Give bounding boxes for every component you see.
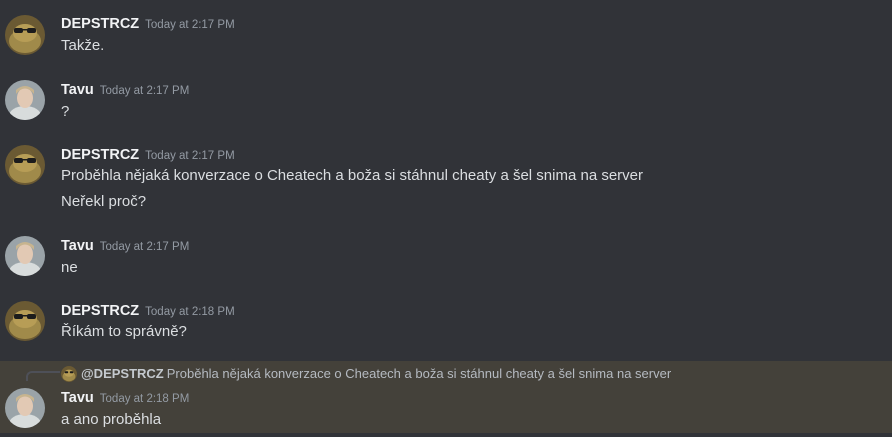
- frog-with-sunglasses-avatar[interactable]: [5, 15, 45, 55]
- message-text: Proběhla nějaká konverzace o Cheatech a …: [61, 167, 644, 184]
- person-photo-avatar[interactable]: [5, 388, 45, 428]
- message-text: ?: [61, 103, 70, 120]
- reply-reference[interactable]: @DEPSTRCZ Proběhla nějaká konverzace o Ch…: [61, 365, 671, 382]
- person-photo-avatar[interactable]: [5, 236, 45, 276]
- message-text: Říkám to správně?: [61, 323, 187, 340]
- reply-mention[interactable]: @DEPSTRCZ: [81, 366, 164, 381]
- message-text: a ano proběhla: [61, 411, 162, 428]
- timestamp: Today at 2:18 PM: [145, 306, 235, 318]
- frog-with-sunglasses-avatar: [61, 365, 77, 382]
- frog-with-sunglasses-avatar[interactable]: [5, 301, 45, 341]
- timestamp: Today at 2:17 PM: [145, 19, 235, 31]
- author-name[interactable]: Tavu: [61, 390, 94, 406]
- frog-with-sunglasses-avatar[interactable]: [5, 145, 45, 185]
- reply-connector: [26, 371, 60, 381]
- timestamp: Today at 2:18 PM: [99, 393, 190, 405]
- author-name[interactable]: DEPSTRCZ: [61, 303, 139, 319]
- timestamp: Today at 2:17 PM: [99, 241, 190, 253]
- author-name[interactable]: Tavu: [61, 82, 94, 98]
- author-name[interactable]: Tavu: [61, 238, 94, 254]
- author-name[interactable]: DEPSTRCZ: [61, 147, 139, 163]
- message-text: Takže.: [61, 37, 105, 54]
- author-name[interactable]: DEPSTRCZ: [61, 16, 139, 32]
- reply-preview-text[interactable]: Proběhla nějaká konverzace o Cheatech a …: [167, 366, 671, 381]
- message-text: Neřekl proč?: [61, 193, 147, 210]
- timestamp: Today at 2:17 PM: [145, 150, 235, 162]
- person-photo-avatar[interactable]: [5, 80, 45, 120]
- timestamp: Today at 2:17 PM: [99, 85, 190, 97]
- message-text: ne: [61, 259, 78, 276]
